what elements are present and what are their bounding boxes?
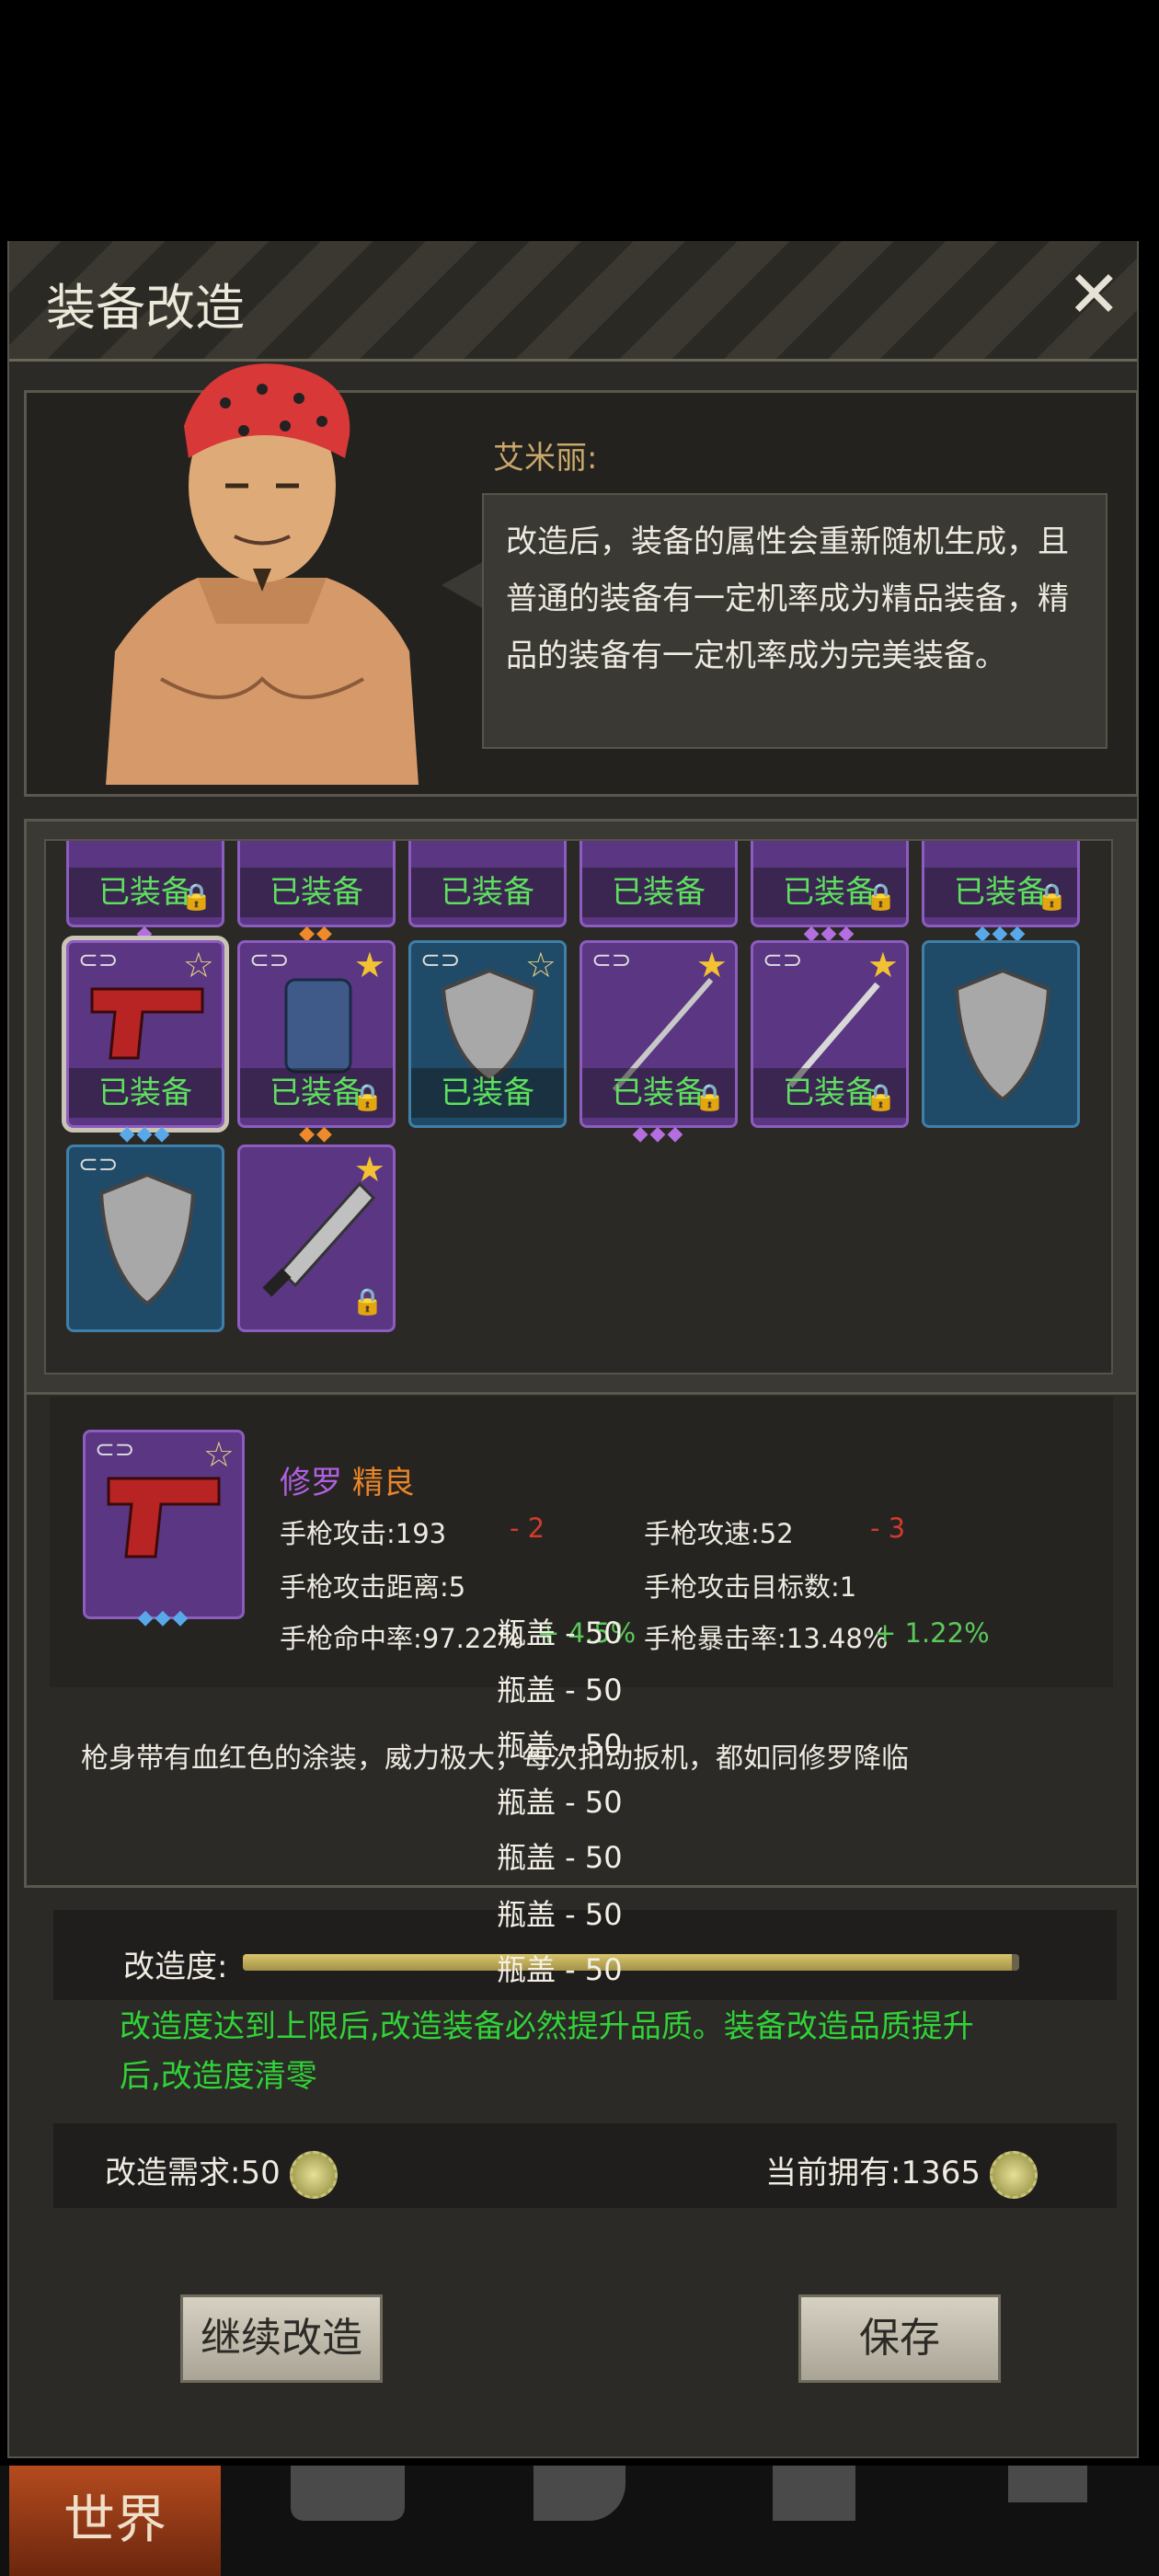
vest-icon bbox=[284, 978, 352, 1074]
lock-icon: 🔒 bbox=[351, 1286, 384, 1317]
floating-cost: 瓶盖 - 50 bbox=[497, 1840, 623, 1875]
progress-bar bbox=[243, 1954, 1019, 1971]
equipped-label: 已装备 bbox=[240, 868, 393, 917]
lock-icon: 🔒 bbox=[694, 1082, 726, 1112]
speech-tail bbox=[442, 561, 484, 609]
stat-speed-delta: - 3 bbox=[870, 1512, 906, 1544]
save-button[interactable]: 保存 bbox=[798, 2294, 1001, 2383]
floating-cost: 瓶盖 - 50 bbox=[497, 1673, 623, 1708]
gem-row: ◆◆ bbox=[299, 1122, 334, 1145]
lock-icon: 🔒 bbox=[865, 1082, 897, 1112]
grid-icon[interactable] bbox=[773, 2466, 855, 2521]
lock-icon: 🔒 bbox=[1036, 881, 1068, 912]
bottle-cap-icon bbox=[289, 2150, 338, 2199]
equipped-label: 已装备 bbox=[411, 1068, 564, 1118]
owned-caps: 当前拥有:1365 bbox=[765, 2147, 1038, 2199]
gem-row: ◆◆◆ bbox=[119, 1122, 172, 1145]
continue-modify-button[interactable]: 继续改造 bbox=[180, 2294, 383, 2383]
pistol-icon bbox=[107, 1477, 221, 1558]
bottle-cap-icon bbox=[990, 2150, 1038, 2199]
stat-speed: 手枪攻速:52 bbox=[644, 1518, 794, 1549]
gem-row: ◆◆◆ bbox=[137, 1606, 190, 1629]
equipment-slot[interactable]: 已装备 ◆◆ bbox=[237, 841, 396, 945]
bag-icon[interactable] bbox=[291, 2466, 405, 2521]
equipment-slot[interactable]: ★ 🔒 bbox=[237, 1144, 396, 1332]
floating-cost: 瓶盖 - 50 bbox=[497, 1616, 623, 1650]
equipment-slot[interactable]: ⊂⊃ ★ 已装备 🔒 ◆◆◆ bbox=[580, 940, 738, 1145]
floating-cost: 瓶盖 - 50 bbox=[497, 1728, 623, 1763]
shield-icon bbox=[954, 968, 1051, 1102]
floating-cost: 瓶盖 - 50 bbox=[497, 1952, 623, 1987]
cart-icon[interactable] bbox=[1008, 2466, 1087, 2502]
item-description: 枪身带有血红色的涂装，威力极大，每次扣动扳机，都如同修罗降临 bbox=[81, 1742, 909, 1775]
equipment-slot[interactable]: 已装备 bbox=[408, 841, 567, 927]
lock-icon: 🔒 bbox=[865, 881, 897, 912]
close-icon[interactable]: ✕ bbox=[1067, 262, 1121, 327]
equipment-slot[interactable]: ⊂⊃ ☆ 已装备 bbox=[408, 940, 567, 1128]
equipment-grid[interactable]: 已装备 🔒 ◆ 已装备 ◆◆ 已装备 已装备 已装备 🔒 ◆◆◆ 已装备 🔒 ◆… bbox=[44, 839, 1113, 1374]
lock-icon: 🔒 bbox=[351, 1082, 384, 1112]
stat-crit: 手枪暴击率:13.48% bbox=[644, 1623, 889, 1654]
npc-speech: 改造后，装备的属性会重新随机生成，且普通的装备有一定机率成为精品装备，精品的装备… bbox=[482, 493, 1107, 749]
item-quality: 精良 bbox=[351, 1465, 415, 1501]
pistol-icon bbox=[90, 987, 204, 1060]
anvil-icon[interactable] bbox=[534, 2466, 625, 2521]
stat-range: 手枪攻击距离:5 bbox=[280, 1571, 466, 1603]
equipment-slot[interactable]: ⊂⊃ ★ 已装备 🔒 bbox=[751, 940, 909, 1128]
equipped-label: 已装备 bbox=[582, 868, 735, 917]
equipped-label: 已装备 bbox=[411, 868, 564, 917]
selected-item-icon: ⊂⊃ ☆ ◆◆◆ bbox=[83, 1430, 245, 1629]
progress-fill bbox=[243, 1954, 1012, 1971]
stat-crit-delta: + 1.22% bbox=[874, 1617, 990, 1649]
dialog-title: 装备改造 bbox=[46, 279, 245, 337]
stat-attack-delta: - 2 bbox=[510, 1512, 545, 1544]
stat-attack: 手枪攻击:193 bbox=[280, 1518, 447, 1549]
link-icon: ⊂⊃ bbox=[78, 947, 119, 974]
npc-portrait bbox=[106, 363, 419, 785]
stat-hit: 手枪命中率:97.22% bbox=[280, 1623, 524, 1654]
equipment-slot[interactable]: 已装备 🔒 ◆◆◆ bbox=[922, 841, 1080, 945]
nav-world[interactable]: 世界 bbox=[9, 2466, 221, 2576]
floating-cost: 瓶盖 - 50 bbox=[497, 1785, 623, 1820]
progress-label: 改造度: bbox=[123, 1949, 228, 1985]
link-icon: ⊂⊃ bbox=[95, 1436, 135, 1464]
equipment-slot[interactable]: 已装备 bbox=[580, 841, 738, 927]
equipment-slot[interactable]: 已装备 🔒 ◆ bbox=[66, 841, 224, 945]
shield-icon bbox=[98, 1172, 196, 1306]
equipment-slot[interactable]: ⊂⊃ ★ 已装备 🔒 ◆◆ bbox=[237, 940, 396, 1145]
upgrade-note: 改造度达到上限后,改造装备必然提升品质。装备改造品质提升后,改造度清零 bbox=[120, 2008, 974, 2095]
floating-cost: 瓶盖 - 50 bbox=[497, 1897, 623, 1932]
lock-icon: 🔒 bbox=[180, 881, 212, 912]
item-name-prefix: 修罗 bbox=[280, 1465, 342, 1501]
stat-targets: 手枪攻击目标数:1 bbox=[644, 1571, 857, 1603]
equipment-slot[interactable] bbox=[922, 940, 1080, 1128]
gem-row: ◆◆◆ bbox=[632, 1122, 685, 1145]
equipment-slot-pistol-selected[interactable]: ⊂⊃ ☆ 已装备 ◆◆◆ bbox=[62, 936, 229, 1145]
equipped-label: 已装备 bbox=[69, 1068, 222, 1118]
equipment-slot[interactable]: ⊂⊃ bbox=[66, 1144, 224, 1332]
npc-name: 艾米丽: bbox=[493, 440, 598, 477]
equipment-slot[interactable]: 已装备 🔒 ◆◆◆ bbox=[751, 841, 909, 945]
required-cost: 改造需求:50 bbox=[105, 2147, 338, 2199]
item-name: 修罗 精良 bbox=[280, 1457, 415, 1502]
